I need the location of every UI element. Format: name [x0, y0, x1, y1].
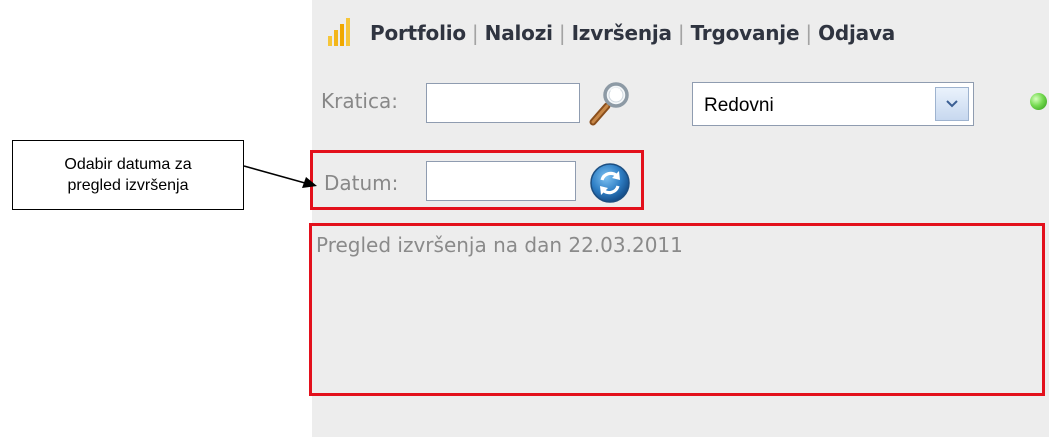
order-type-select[interactable]: Redovni	[692, 82, 974, 126]
nav-link-nalozi[interactable]: Nalozi	[485, 21, 553, 45]
order-type-value: Redovni	[704, 95, 774, 116]
annotation-line-2: pregled izvršenja	[67, 177, 189, 194]
refresh-icon[interactable]	[588, 161, 632, 205]
main-nav: Portfolio | Nalozi | Izvršenja | Trgovan…	[326, 16, 895, 50]
bar-chart-logo-icon	[326, 16, 360, 50]
nav-separator: |	[805, 21, 813, 45]
executions-summary: Pregled izvršenja na dan 22.03.2011	[316, 233, 683, 257]
annotation-callout: Odabir datuma za pregled izvršenja	[12, 140, 244, 210]
nav-separator: |	[677, 21, 685, 45]
nav-link-trgovanje[interactable]: Trgovanje	[691, 21, 800, 45]
nav-link-odjava[interactable]: Odjava	[818, 21, 895, 45]
page: Portfolio | Nalozi | Izvršenja | Trgovan…	[0, 0, 1049, 437]
nav-link-izvrsenja[interactable]: Izvršenja	[572, 21, 672, 45]
kratica-input[interactable]	[426, 83, 580, 123]
nav-link-portfolio[interactable]: Portfolio	[370, 21, 466, 45]
datum-label: Datum:	[324, 171, 399, 195]
status-green-dot-icon	[1030, 93, 1047, 110]
kratica-label: Kratica:	[321, 89, 398, 113]
annotation-line-1: Odabir datuma za	[64, 156, 192, 173]
datum-input[interactable]	[426, 161, 576, 201]
chevron-down-icon[interactable]	[935, 87, 969, 121]
magnifier-icon[interactable]	[585, 80, 633, 128]
nav-separator: |	[471, 21, 479, 45]
nav-separator: |	[558, 21, 566, 45]
